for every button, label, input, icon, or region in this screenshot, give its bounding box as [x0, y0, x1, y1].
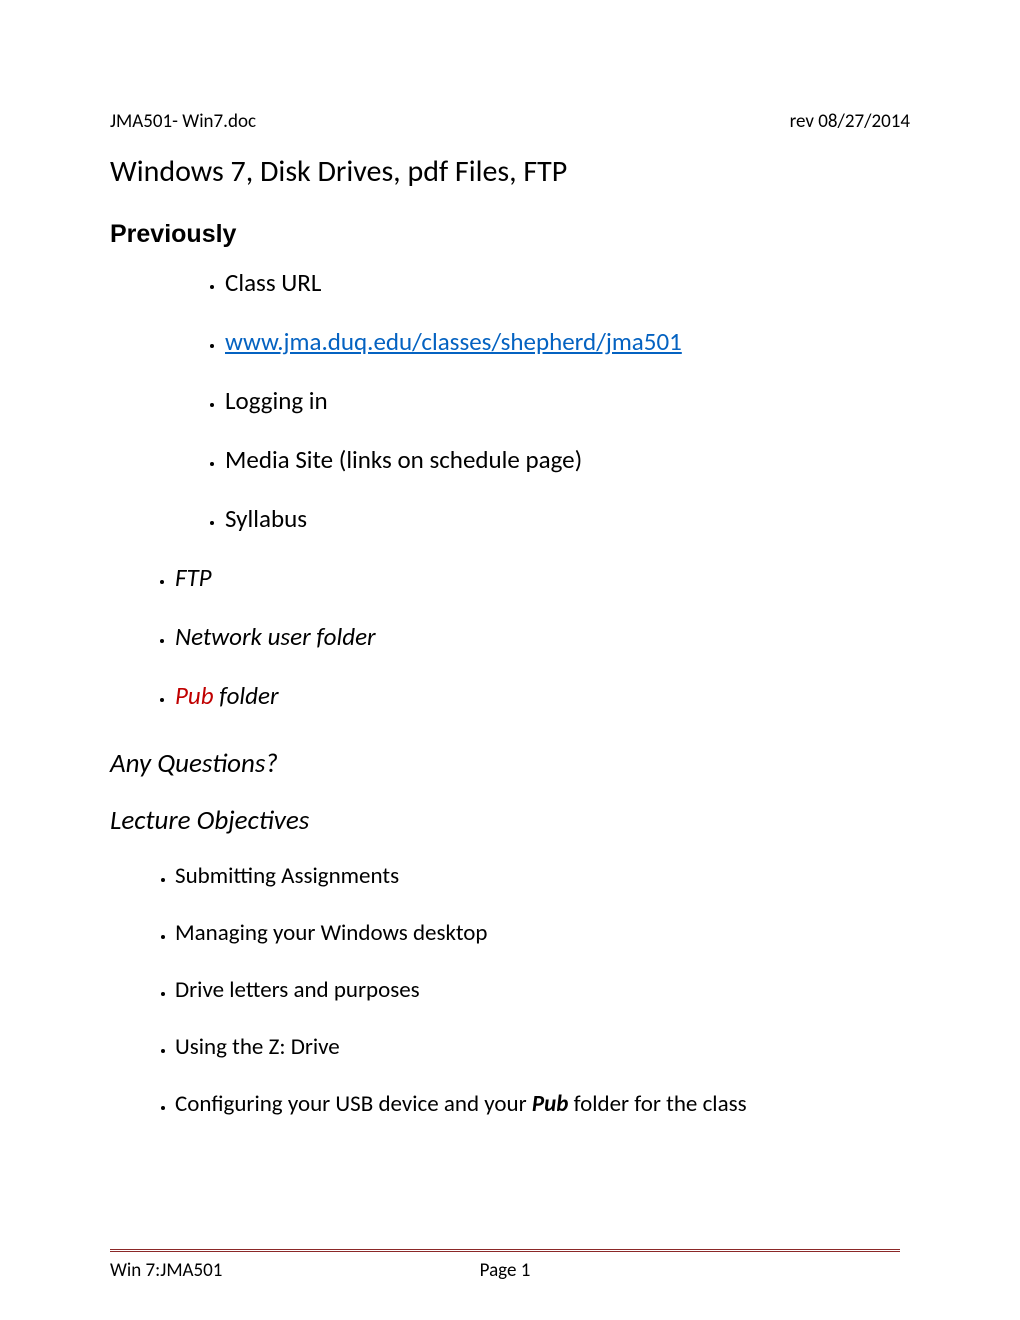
list-item: Class URL [225, 267, 910, 326]
list-item: Network user folder [175, 621, 910, 680]
usb-prefix: Configuring your USB device and your [175, 1090, 532, 1118]
list-item: Media Site (links on schedule page) [225, 444, 910, 503]
list-item: Submitting Assignments [175, 861, 910, 918]
list-item-usb: Configuring your USB device and your Pub… [175, 1089, 910, 1146]
previously-inner-list: Class URL www.jma.duq.edu/classes/shephe… [110, 267, 910, 562]
list-item: Using the Z: Drive [175, 1032, 910, 1089]
footer-left: Win 7:JMA501 [110, 1259, 222, 1282]
list-item: FTP [175, 562, 910, 621]
usb-pub: Pub [532, 1090, 569, 1118]
questions-heading: Any Questions? [110, 747, 910, 780]
list-item: Drive letters and purposes [175, 975, 910, 1032]
pub-text: Pub [175, 680, 214, 711]
list-item-pub: Pub folder [175, 680, 910, 739]
pub-suffix: folder [214, 680, 279, 711]
list-item: Managing your Windows desktop [175, 918, 910, 975]
list-item: Syllabus [225, 503, 910, 562]
usb-suffix: folder for the class [568, 1090, 746, 1118]
objectives-heading: Lecture Objectives [110, 804, 910, 837]
footer-page-number: Page 1 [480, 1259, 531, 1282]
previously-heading: Previously [110, 220, 910, 249]
footer-separator [110, 1249, 900, 1252]
header-doc-name: JMA501- Win7.doc [110, 110, 256, 133]
list-item: www.jma.duq.edu/classes/shepherd/jma501 [225, 326, 910, 385]
header-revision: rev 08/27/2014 [790, 110, 910, 133]
document-page: JMA501- Win7.doc rev 08/27/2014 Windows … [0, 0, 1020, 1320]
list-item: Logging in [225, 385, 910, 444]
page-header: JMA501- Win7.doc rev 08/27/2014 [110, 110, 910, 133]
previously-outer-list: FTP Network user folder Pub folder [110, 562, 910, 739]
class-url-link[interactable]: www.jma.duq.edu/classes/shepherd/jma501 [225, 326, 682, 357]
page-title: Windows 7, Disk Drives, pdf Files, FTP [110, 153, 910, 190]
objectives-list: Submitting Assignments Managing your Win… [110, 861, 910, 1146]
